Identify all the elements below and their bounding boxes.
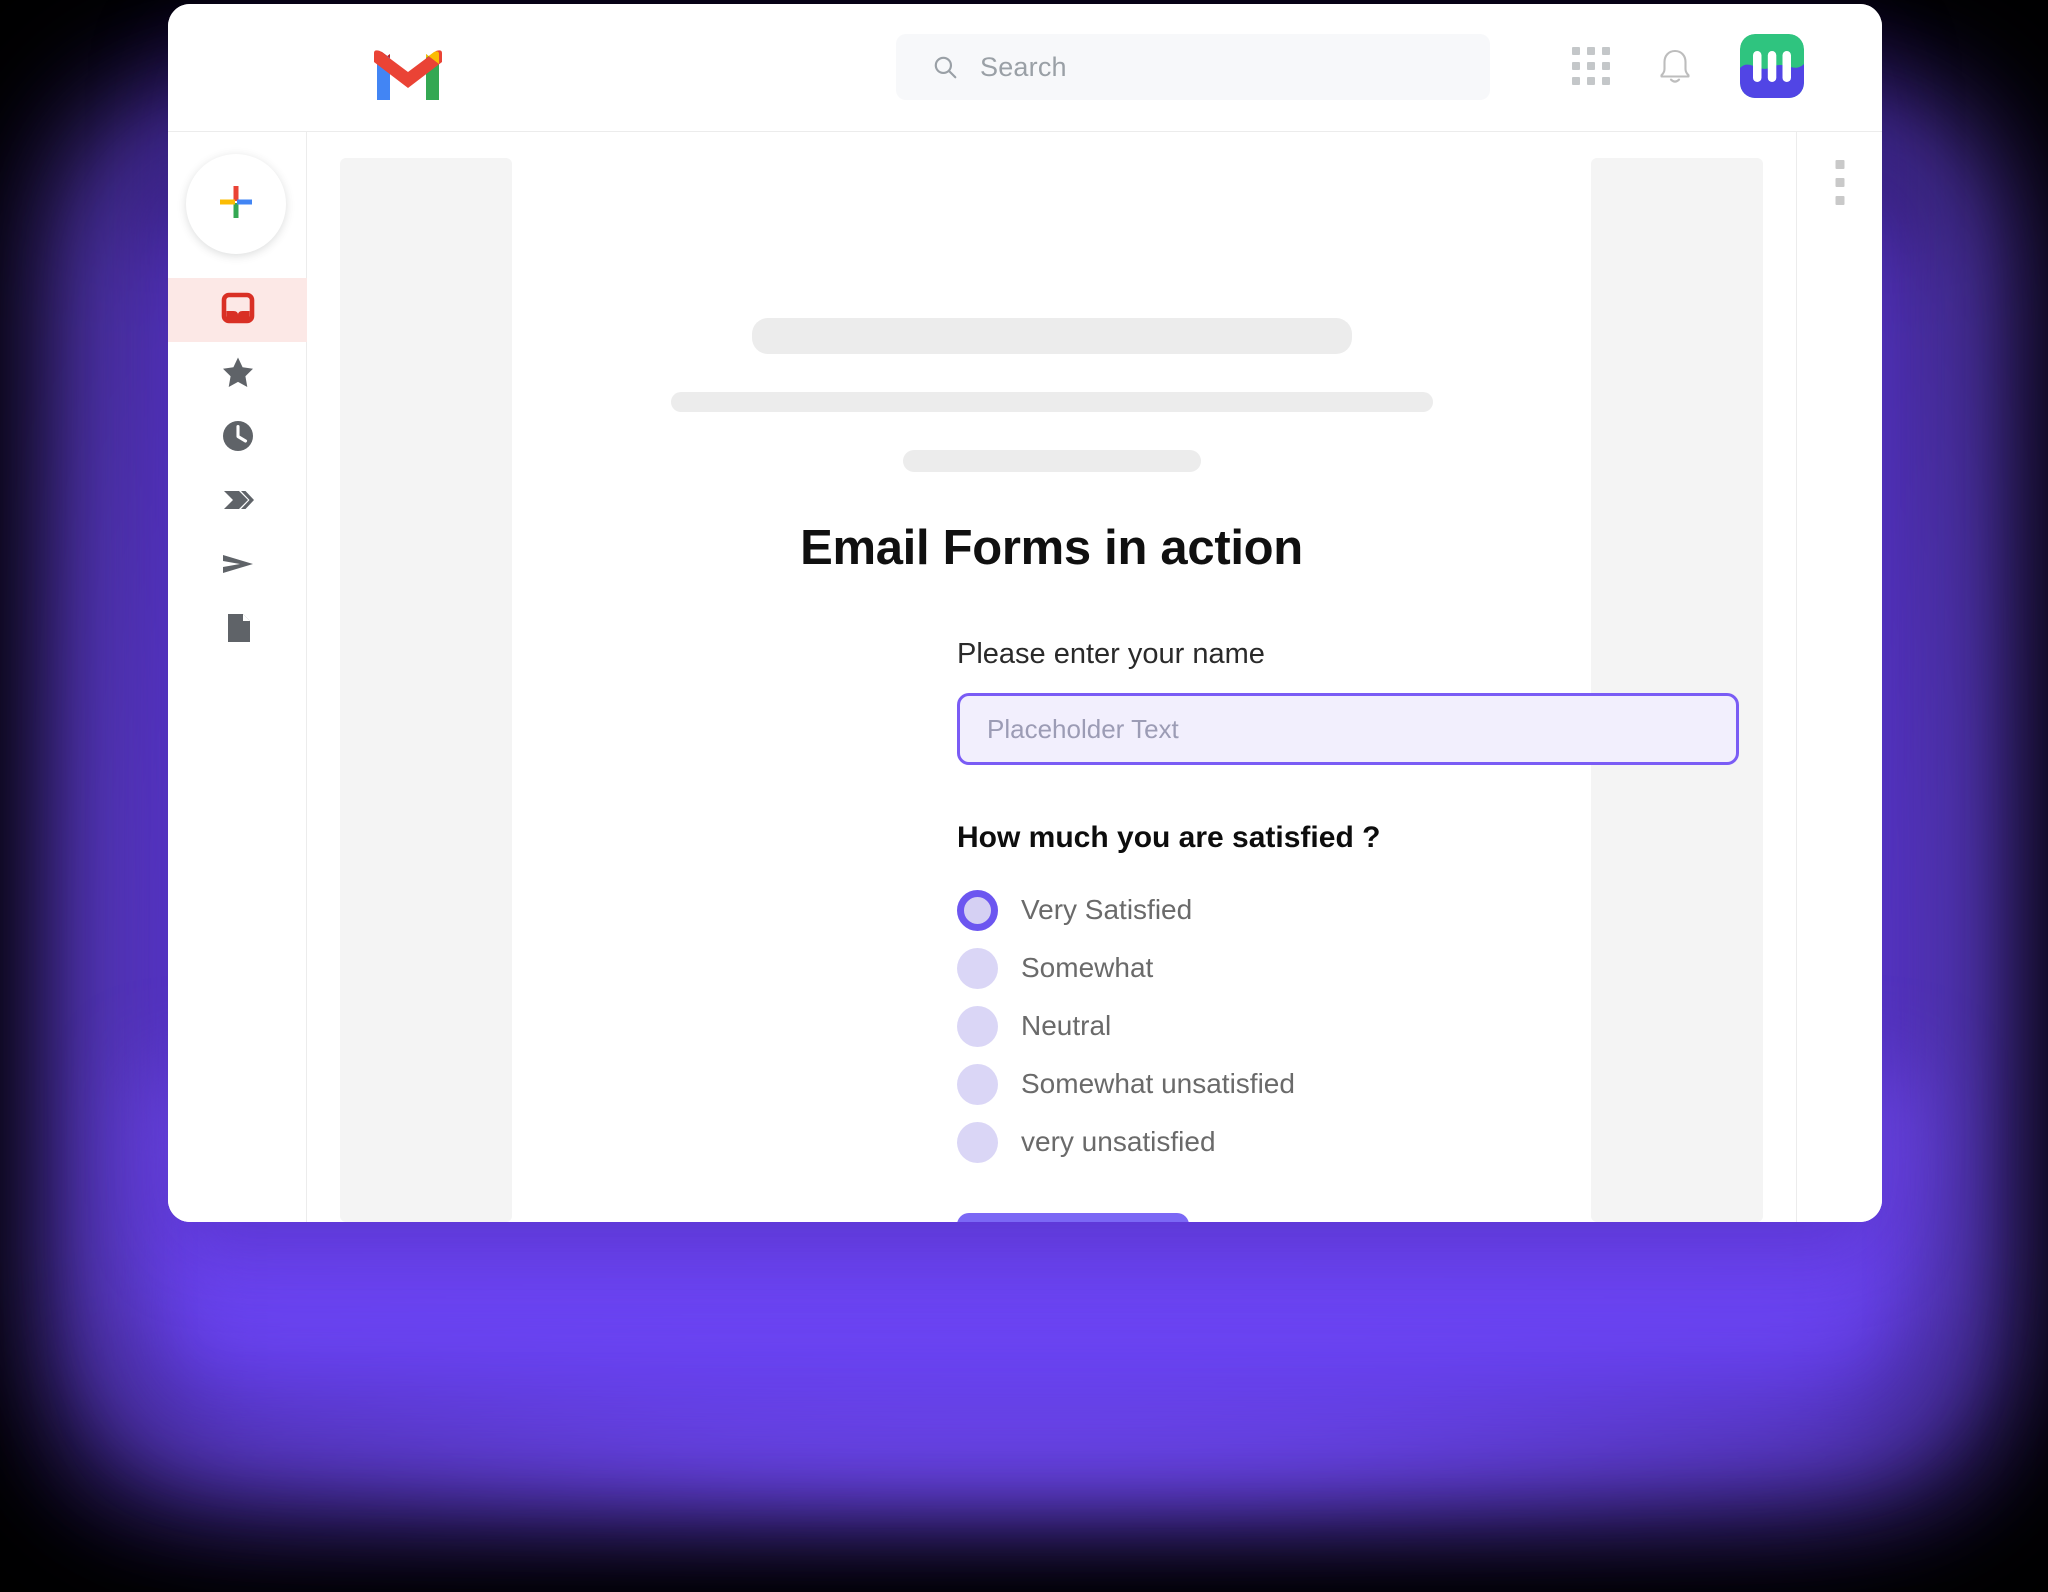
email-form-preview: Email Forms in action Please enter your … <box>307 132 1796 1222</box>
star-icon <box>220 354 256 395</box>
radio-icon[interactable] <box>957 1005 998 1047</box>
sidebar-item-snoozed[interactable] <box>168 406 307 470</box>
satisfaction-question-label: How much you are satisfied ? <box>957 821 1381 854</box>
sidebar-item-important[interactable] <box>168 470 307 534</box>
radio-icon[interactable] <box>957 1063 998 1105</box>
send-icon <box>220 546 256 587</box>
skeleton-bar-2 <box>670 392 1433 412</box>
radio-option-somewhat-unsatisfied[interactable]: Somewhat unsatisfied <box>957 1055 1747 1113</box>
radio-label: very unsatisfied <box>1021 1126 1216 1157</box>
radio-label: Somewhat <box>1021 952 1154 983</box>
clock-icon <box>220 418 256 459</box>
sidebar-item-inbox[interactable] <box>168 278 307 342</box>
radio-label: Neutral <box>1021 1010 1112 1041</box>
left-sidebar <box>168 132 307 1222</box>
top-bar: Search <box>168 4 1882 132</box>
skeleton-bar-1 <box>751 318 1352 354</box>
form-fields: Please enter your name Placeholder Text … <box>957 638 1747 1222</box>
radio-icon-selected[interactable] <box>957 889 998 931</box>
radio-label: Very Satisfied <box>1021 894 1193 925</box>
radio-option-very-unsatisfied[interactable]: very unsatisfied <box>957 1113 1747 1171</box>
radio-icon[interactable] <box>957 947 998 989</box>
name-input[interactable]: Placeholder Text <box>957 693 1739 765</box>
radio-label: Somewhat unsatisfied <box>1021 1068 1295 1099</box>
compose-button[interactable] <box>186 154 286 254</box>
sidebar-item-drafts[interactable] <box>168 598 307 662</box>
sidebar-item-starred[interactable] <box>168 342 307 406</box>
sidebar-item-sent[interactable] <box>168 534 307 598</box>
search-placeholder: Search <box>980 51 1067 82</box>
page-title: Email Forms in action <box>800 521 1303 575</box>
apps-grid-icon[interactable] <box>1572 47 1610 85</box>
label-icon <box>220 482 256 523</box>
gmail-window: Search Email Forms in action Please ente… <box>168 4 1882 1222</box>
topbar-actions <box>1572 34 1804 98</box>
skeleton-bar-3 <box>902 450 1201 472</box>
name-field-label: Please enter your name <box>957 638 1265 670</box>
gmail-m-logo <box>372 48 444 102</box>
name-input-placeholder: Placeholder Text <box>987 713 1179 744</box>
inbox-icon <box>220 290 256 331</box>
kebab-menu-icon[interactable] <box>1835 160 1844 205</box>
document-icon <box>220 610 256 651</box>
bell-icon[interactable] <box>1658 47 1692 85</box>
compose-plus-icon <box>216 182 256 227</box>
radio-option-somewhat[interactable]: Somewhat <box>957 939 1747 997</box>
satisfaction-radio-group: Very Satisfied Somewhat Neutral Somewhat… <box>957 881 1747 1171</box>
radio-icon[interactable] <box>957 1121 998 1163</box>
search-icon <box>932 54 958 80</box>
next-button[interactable]: Next <box>957 1213 1189 1222</box>
main-content: Email Forms in action Please enter your … <box>307 132 1796 1222</box>
window-body: Email Forms in action Please enter your … <box>168 132 1882 1222</box>
radio-option-very-satisfied[interactable]: Very Satisfied <box>957 881 1747 939</box>
search-input[interactable]: Search <box>896 34 1490 100</box>
right-side-panel <box>1796 132 1882 1222</box>
screenshot-stage: Search Email Forms in action Please ente… <box>0 0 2048 1592</box>
radio-option-neutral[interactable]: Neutral <box>957 997 1747 1055</box>
sidebar-nav <box>168 278 307 662</box>
app-avatar-logo[interactable] <box>1740 34 1804 98</box>
